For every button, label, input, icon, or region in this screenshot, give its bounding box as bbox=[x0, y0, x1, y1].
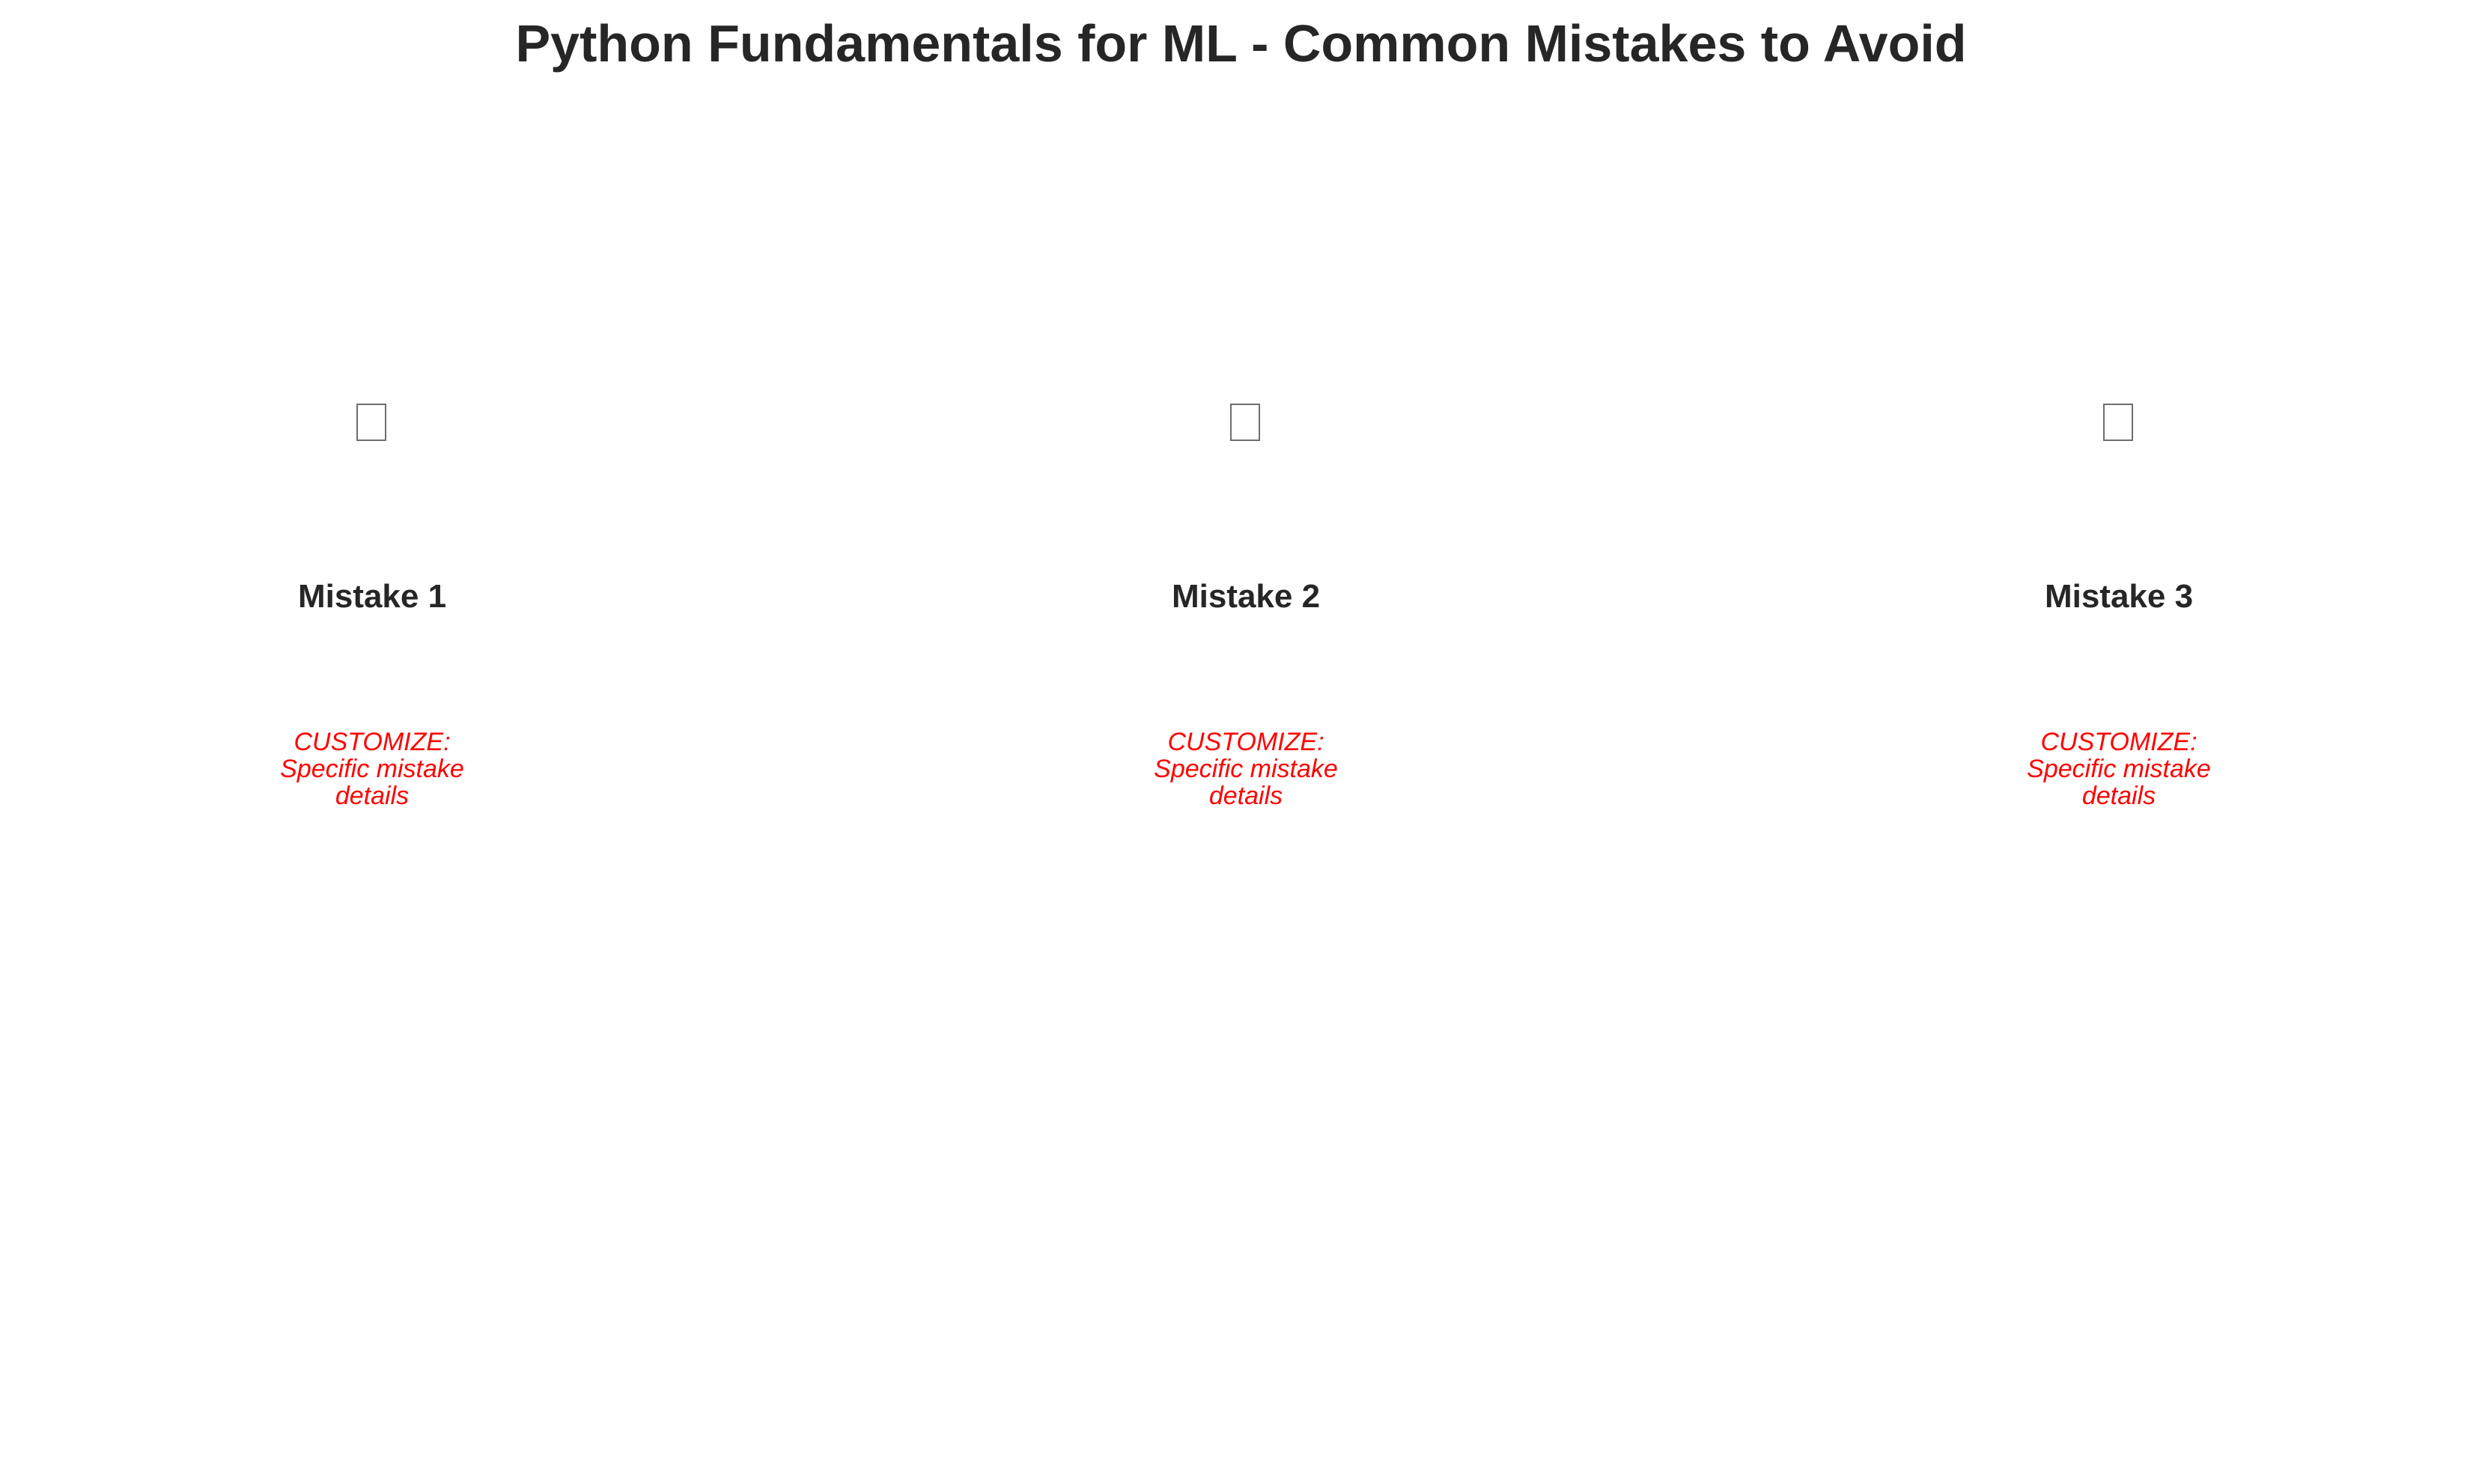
mistake-note-line: Specific mistake bbox=[280, 755, 464, 783]
mistake-note-line: CUSTOMIZE: bbox=[293, 728, 451, 756]
mistake-title: Mistake 2 bbox=[1171, 578, 1321, 615]
missing-glyph-icon bbox=[2103, 404, 2133, 441]
mistake-card-2: Mistake 2 CUSTOMIZE: Specific mistake de… bbox=[984, 0, 1508, 1484]
mistake-note-line: CUSTOMIZE: bbox=[2040, 728, 2197, 756]
mistake-note: CUSTOMIZE: Specific mistake details bbox=[110, 729, 634, 809]
mistake-note-line: details bbox=[335, 782, 410, 810]
mistake-note-line: Specific mistake bbox=[1154, 755, 1338, 783]
mistake-title: Mistake 1 bbox=[297, 578, 447, 615]
mistake-card-3: Mistake 3 CUSTOMIZE: Specific mistake de… bbox=[1857, 0, 2381, 1484]
mistake-note-line: CUSTOMIZE: bbox=[1167, 728, 1324, 756]
mistake-note-line: details bbox=[1208, 782, 1283, 810]
missing-glyph-icon bbox=[356, 404, 386, 441]
mistake-note-line: details bbox=[2081, 782, 2156, 810]
mistake-note: CUSTOMIZE: Specific mistake details bbox=[984, 729, 1508, 809]
mistake-note: CUSTOMIZE: Specific mistake details bbox=[1857, 729, 2381, 809]
mistake-title: Mistake 3 bbox=[2044, 578, 2194, 615]
mistake-note-line: Specific mistake bbox=[2027, 755, 2211, 783]
mistake-card-1: Mistake 1 CUSTOMIZE: Specific mistake de… bbox=[110, 0, 634, 1484]
missing-glyph-icon bbox=[1230, 404, 1260, 441]
